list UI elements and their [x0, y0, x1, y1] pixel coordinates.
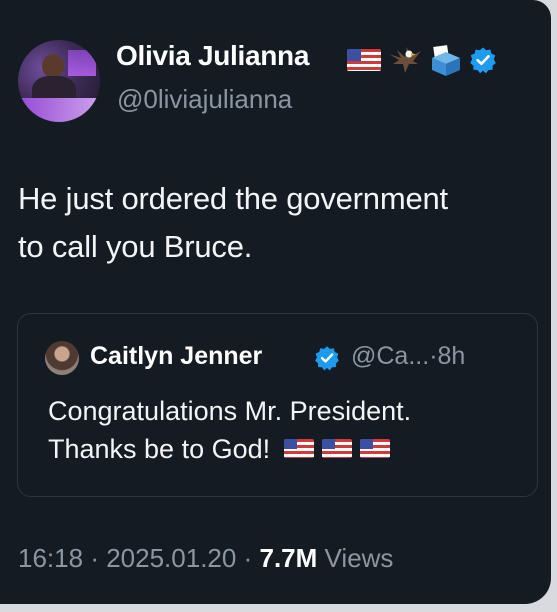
avatar-desk: [18, 98, 100, 122]
quoted-tweet-text: Congratulations Mr. President. Thanks be…: [48, 392, 411, 468]
quoted-tweet-text-segment: Thanks be to God!: [48, 434, 271, 464]
quoted-tweet-age: 8h: [437, 342, 466, 370]
tweet-meta: 16:18 · 2025.01.20 · 7.7M Views: [18, 543, 393, 574]
quoted-tweet[interactable]: Caitlyn Jenner @Ca...·8h Congratulations…: [17, 313, 538, 497]
tweet-text-line: to call you Bruce.: [18, 229, 253, 264]
quoted-tweet-flags: [283, 439, 390, 459]
verified-badge-icon: [315, 346, 339, 371]
quoted-author-handle: @Ca...: [351, 342, 430, 370]
tweet-card: Olivia Julianna @0liviajulianna He just …: [0, 0, 551, 604]
views-count[interactable]: 7.7M: [260, 543, 318, 573]
meta-separator: ·: [429, 342, 438, 370]
tweet-text-line: He just ordered the government: [18, 181, 448, 216]
ballot-box-icon: [432, 45, 460, 76]
tweet-time[interactable]: 16:18: [18, 543, 83, 573]
meta-separator: ·: [243, 543, 253, 573]
avatar-background-screen: [68, 50, 96, 76]
meta-separator: ·: [90, 543, 99, 573]
us-flag-icon: [359, 439, 390, 459]
views-label: Views: [324, 543, 394, 573]
quoted-tweet-text-line: Congratulations Mr. President.: [48, 396, 412, 426]
author-avatar[interactable]: [18, 40, 100, 122]
tweet-date[interactable]: 2025.01.20: [106, 543, 236, 573]
author-handle[interactable]: @0liviajulianna: [117, 84, 292, 115]
avatar-person-head: [42, 54, 64, 78]
author-badges: [347, 40, 497, 80]
quoted-tweet-meta: @Ca...·8h: [351, 342, 465, 371]
quoted-author-display-name: Caitlyn Jenner: [90, 342, 263, 370]
quoted-tweet-text-line-2: Thanks be to God!: [48, 430, 411, 468]
tweet-text: He just ordered the government to call y…: [18, 175, 538, 271]
us-flag-icon: [347, 49, 381, 71]
eagle-icon: [389, 47, 421, 73]
author-display-name[interactable]: Olivia Julianna: [116, 40, 309, 72]
us-flag-icon: [283, 439, 314, 459]
quoted-author-avatar[interactable]: [45, 341, 79, 375]
us-flag-icon: [321, 439, 352, 459]
verified-badge-icon: [470, 47, 496, 74]
